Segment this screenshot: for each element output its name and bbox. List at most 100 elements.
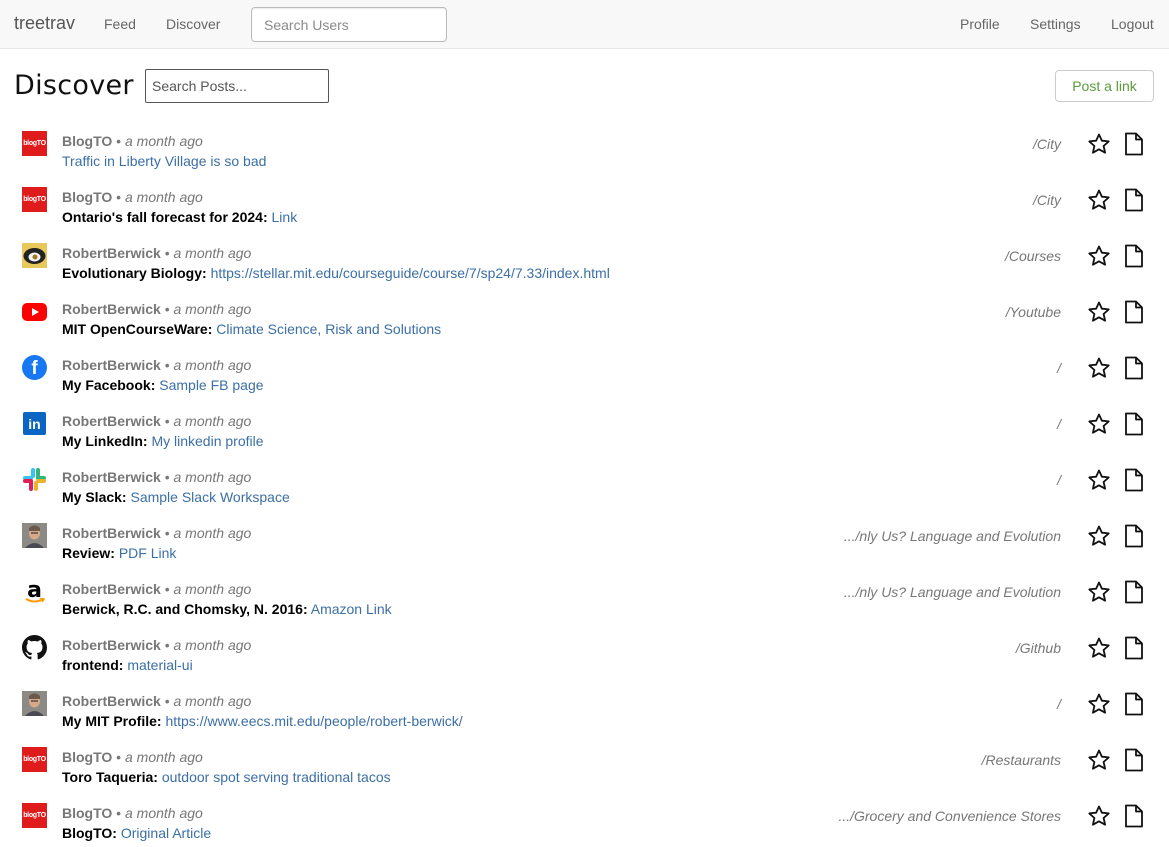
document-icon[interactable] [1123,356,1145,380]
post-time: a month ago [173,245,252,261]
post-folder-path[interactable]: /Github [1016,640,1061,656]
post-author[interactable]: RobertBerwick [62,581,161,597]
post-link[interactable]: outdoor spot serving traditional tacos [162,769,391,785]
star-icon[interactable] [1087,524,1111,548]
post-link[interactable]: Traffic in Liberty Village is so bad [62,153,266,169]
post-content: My LinkedIn: My linkedin profile [62,433,264,449]
post-folder-path[interactable]: / [1057,416,1061,432]
post-author[interactable]: RobertBerwick [62,525,161,541]
post-meta: BlogTO • a month ago [62,749,203,765]
post-meta: RobertBerwick • a month ago [62,469,251,485]
post-author[interactable]: RobertBerwick [62,693,161,709]
post-author[interactable]: RobertBerwick [62,413,161,429]
post-a-link-button[interactable]: Post a link [1055,70,1154,102]
meta-separator: • [160,413,174,429]
post-folder-path[interactable]: /City [1033,192,1061,208]
post-author[interactable]: RobertBerwick [62,301,161,317]
post-label: My LinkedIn: [62,433,148,449]
post-author[interactable]: BlogTO [62,749,112,765]
post-author[interactable]: RobertBerwick [62,245,161,261]
post-folder-path[interactable]: /Courses [1005,248,1061,264]
post-link[interactable]: Climate Science, Risk and Solutions [216,321,441,337]
post-folder-path[interactable]: /Restaurants [982,752,1061,768]
document-icon[interactable] [1123,804,1145,828]
post-item: blogTO BlogTO • a month ago Toro Taqueria:… [0,732,1169,788]
nav-feed-link[interactable]: Feed [104,16,136,32]
star-icon[interactable] [1087,188,1111,212]
post-folder-path[interactable]: / [1057,360,1061,376]
post-link[interactable]: https://www.eecs.mit.edu/people/robert-b… [165,713,462,729]
search-posts-input[interactable] [145,69,329,103]
meta-separator: • [112,133,125,149]
post-author[interactable]: BlogTO [62,805,112,821]
search-users-input[interactable] [251,7,447,42]
post-item: a RobertBerwick • a month ago Berwick, R.C… [0,564,1169,620]
star-icon[interactable] [1087,636,1111,660]
star-icon[interactable] [1087,412,1111,436]
star-icon[interactable] [1087,356,1111,380]
post-label: My MIT Profile: [62,713,162,729]
post-link[interactable]: material-ui [127,657,192,673]
star-icon[interactable] [1087,468,1111,492]
document-icon[interactable] [1123,188,1145,212]
post-content: Review: PDF Link [62,545,176,561]
post-link[interactable]: PDF Link [119,545,177,561]
post-meta: RobertBerwick • a month ago [62,357,251,373]
post-link[interactable]: Sample Slack Workspace [130,489,289,505]
post-label: Ontario's fall forecast for 2024: [62,209,268,225]
post-link[interactable]: Sample FB page [159,377,263,393]
post-author[interactable]: RobertBerwick [62,637,161,653]
post-content: Traffic in Liberty Village is so bad [62,153,266,169]
blogto-icon: blogTO [22,747,47,772]
post-folder-path[interactable]: /Youtube [1006,304,1061,320]
document-icon[interactable] [1123,132,1145,156]
nav-profile-link[interactable]: Profile [960,16,1000,32]
post-link[interactable]: https://stellar.mit.edu/courseguide/cour… [211,265,610,281]
post-item: blogTO BlogTO • a month ago Traffic in Lib… [0,116,1169,172]
post-meta: RobertBerwick • a month ago [62,581,251,597]
page-title: Discover [14,70,134,101]
post-author[interactable]: BlogTO [62,189,112,205]
post-link[interactable]: Amazon Link [311,601,392,617]
post-time: a month ago [124,749,203,765]
post-link[interactable]: Original Article [121,825,211,841]
star-icon[interactable] [1087,692,1111,716]
post-content: Ontario's fall forecast for 2024: Link [62,209,297,225]
post-folder-path[interactable]: .../nly Us? Language and Evolution [844,584,1061,600]
post-meta: RobertBerwick • a month ago [62,525,251,541]
document-icon[interactable] [1123,468,1145,492]
post-author[interactable]: BlogTO [62,133,112,149]
post-link[interactable]: My linkedin profile [151,433,263,449]
post-author[interactable]: RobertBerwick [62,357,161,373]
navbar: treetrav Feed Discover Profile Settings … [0,0,1169,49]
post-link[interactable]: Link [272,209,298,225]
brand-logo[interactable]: treetrav [14,13,75,34]
document-icon[interactable] [1123,636,1145,660]
star-icon[interactable] [1087,300,1111,324]
star-icon[interactable] [1087,748,1111,772]
post-folder-path[interactable]: /City [1033,136,1061,152]
nav-logout-link[interactable]: Logout [1111,16,1154,32]
post-content: My Facebook: Sample FB page [62,377,264,393]
post-folder-path[interactable]: .../Grocery and Convenience Stores [838,808,1061,824]
document-icon[interactable] [1123,580,1145,604]
post-folder-path[interactable]: / [1057,472,1061,488]
document-icon[interactable] [1123,412,1145,436]
post-time: a month ago [173,637,252,653]
nav-discover-link[interactable]: Discover [166,16,220,32]
star-icon[interactable] [1087,132,1111,156]
post-folder-path[interactable]: / [1057,696,1061,712]
nav-settings-link[interactable]: Settings [1030,16,1081,32]
meta-separator: • [160,469,174,485]
post-folder-path[interactable]: .../nly Us? Language and Evolution [844,528,1061,544]
star-icon[interactable] [1087,580,1111,604]
star-icon[interactable] [1087,804,1111,828]
document-icon[interactable] [1123,524,1145,548]
post-meta: RobertBerwick • a month ago [62,637,251,653]
document-icon[interactable] [1123,748,1145,772]
document-icon[interactable] [1123,300,1145,324]
star-icon[interactable] [1087,244,1111,268]
post-author[interactable]: RobertBerwick [62,469,161,485]
document-icon[interactable] [1123,692,1145,716]
document-icon[interactable] [1123,244,1145,268]
